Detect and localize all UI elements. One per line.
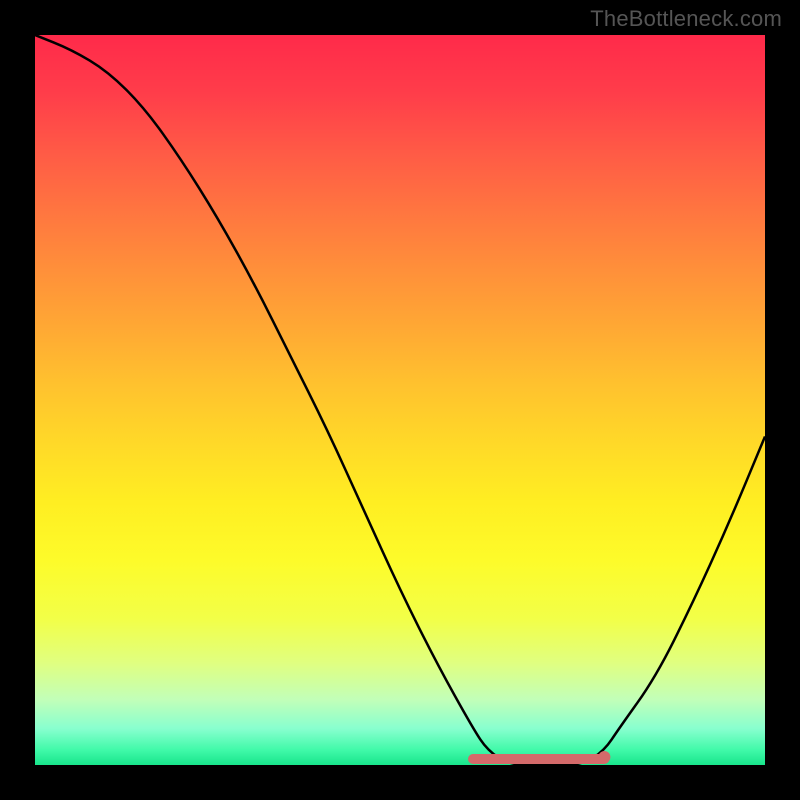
chart-svg (35, 35, 765, 765)
attribution-text: TheBottleneck.com (590, 6, 782, 32)
optimum-point-marker (598, 751, 610, 763)
plot-area (35, 35, 765, 765)
bottleneck-curve (35, 35, 765, 765)
